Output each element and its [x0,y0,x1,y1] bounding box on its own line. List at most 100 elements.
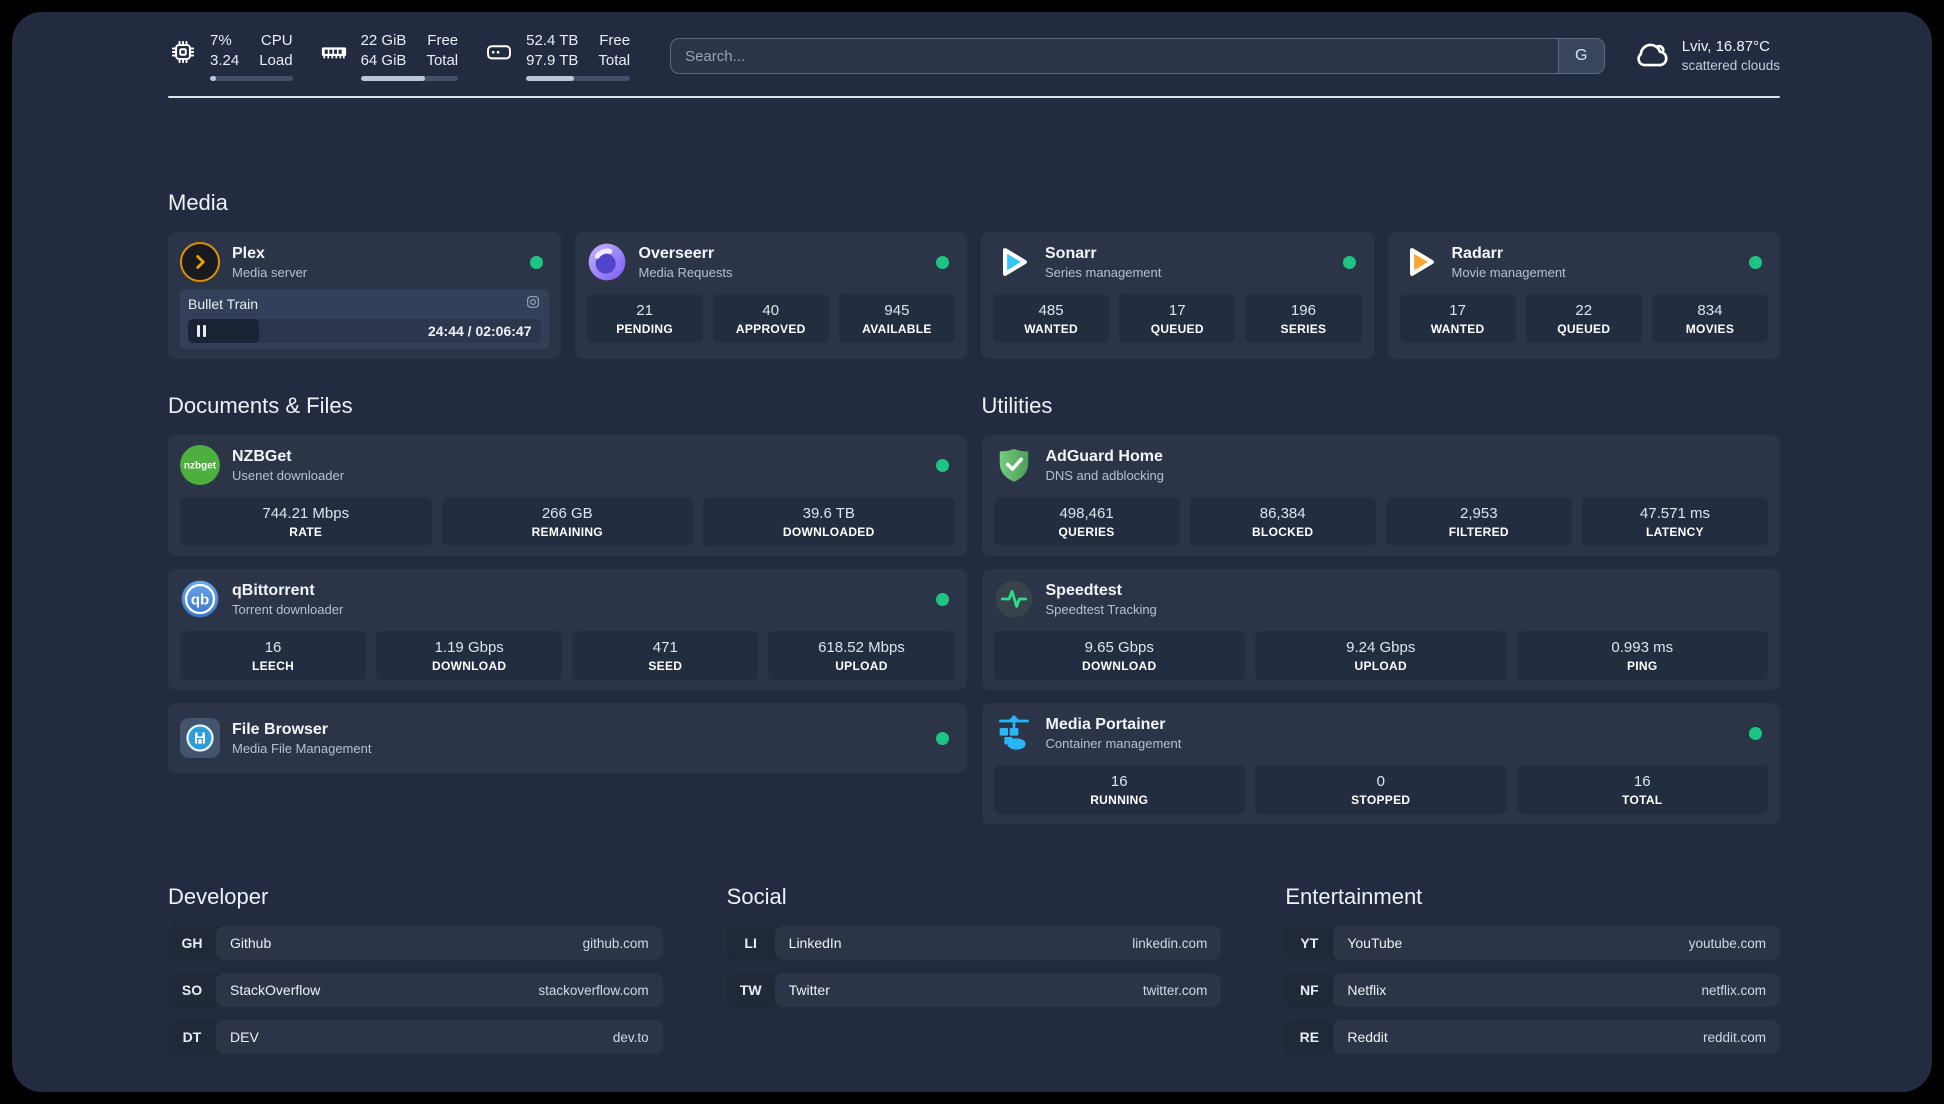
stat-value: 16 [1633,773,1651,790]
service-subtitle: Media server [232,265,308,280]
stat-value: 22 [1575,302,1593,319]
bookmark-reddit[interactable]: RE Reddit reddit.com [1285,1020,1780,1054]
plex-card[interactable]: Plex Media server Bullet Train 24:44 / 0… [168,232,561,359]
radarr-card[interactable]: Radarr Movie management 17 WANTED 22 QUE… [1387,232,1780,359]
bookmark-url: netflix.com [1701,982,1766,998]
stat-value: 16 [1110,773,1128,790]
service-subtitle: Media File Management [232,741,372,756]
cpu-chip-icon [168,37,198,67]
speedtest-card[interactable]: Speedtest Speedtest Tracking 9.65 Gbps D… [981,569,1780,690]
sonarr-card[interactable]: Sonarr Series management 485 WANTED 17 Q… [981,232,1374,359]
adguard-card[interactable]: AdGuard Home DNS and adblocking 498,461 … [981,435,1780,556]
stat-value: 471 [652,639,678,656]
bookmark-youtube[interactable]: YT YouTube youtube.com [1285,926,1780,960]
status-dot [936,255,949,269]
stat-value: 9.65 Gbps [1084,639,1154,656]
media-grid: Plex Media server Bullet Train 24:44 / 0… [168,232,1780,359]
cpu-usage-label: CPU [260,31,293,49]
stat-label: PING [1626,659,1658,673]
service-subtitle: Torrent downloader [232,602,344,617]
service-subtitle: DNS and adblocking [1045,468,1165,483]
stat-label: DOWNLOAD [431,659,507,673]
search-engine-button[interactable]: G [1557,39,1604,73]
bookmark-url: dev.to [612,1029,649,1045]
stat-value: 945 [884,302,910,319]
bookmark-name: Reddit [1347,1029,1388,1045]
filebrowser-card[interactable]: File Browser Media File Management [168,703,967,773]
bookmark-github[interactable]: GH Github github.com [168,926,663,960]
stat-value: 834 [1697,302,1723,319]
stat-value: 1.19 Gbps [434,639,504,656]
cloud-icon [1631,35,1669,78]
stat-label: DOWNLOAD [1082,659,1157,673]
service-subtitle: Series management [1045,265,1162,280]
stat-value: 21 [636,302,653,319]
bookmark-name: DEV [230,1029,259,1045]
service-subtitle: Usenet downloader [232,468,345,483]
stat-value: 2,953 [1460,505,1498,522]
stat-pending: 21 PENDING [586,294,703,343]
stat-filtered: 2,953 FILTERED [1385,497,1572,546]
stat-label: DOWNLOADED [782,525,875,539]
search-input[interactable] [671,39,1558,73]
stat-label: REMAINING [531,525,603,539]
section-title-developer: Developer [168,884,269,909]
service-name: Speedtest [1045,582,1122,599]
stat-total: 16 TOTAL [1516,765,1768,814]
svg-text:qb: qb [191,591,209,608]
bookmark-name: Twitter [788,982,830,998]
stat-label: TOTAL [1622,793,1663,807]
bookmark-name: StackOverflow [230,982,321,998]
stat-label: UPLOAD [835,659,888,673]
stat-label: QUEUED [1557,322,1611,336]
bookmark-stackoverflow[interactable]: SO StackOverflow stackoverflow.com [168,973,663,1007]
service-name: NZBGet [232,448,292,465]
now-playing-panel: Bullet Train 24:44 / 02:06:47 [180,289,549,349]
cpu-widget: 7% 3.24 CPU Load [168,31,293,82]
bookmark-dev[interactable]: DT DEV dev.to [168,1020,663,1054]
overseerr-icon [587,242,627,282]
disk-usage-bar-fill [526,76,574,82]
status-dot [1749,255,1762,269]
stat-label: WANTED [1430,322,1485,336]
memory-widget: 22 GiB 64 GiB Free Total [319,31,459,82]
nzbget-icon: nzbget [180,445,220,485]
stat-value: 618.52 Mbps [818,639,905,656]
bookmark-name: YouTube [1347,935,1403,951]
weather-location-temp: Lviv, 16.87°C [1681,37,1770,55]
overseerr-card[interactable]: Overseerr Media Requests 21 PENDING 40 A… [574,232,967,359]
service-name: File Browser [232,721,329,738]
nzbget-card[interactable]: nzbget NZBGet Usenet downloader 744.21 M… [168,435,967,556]
service-name: Overseerr [638,245,715,262]
qbittorrent-card[interactable]: qb qBittorrent Torrent downloader 16 LEE… [168,569,967,690]
stat-value: 0.993 ms [1611,639,1674,656]
service-name: Sonarr [1045,245,1097,262]
stat-download: 9.65 Gbps DOWNLOAD [993,631,1245,680]
portainer-card[interactable]: Media Portainer Container management 16 … [981,703,1780,824]
service-name: Radarr [1451,245,1504,262]
bookmark-netflix[interactable]: NF Netflix netflix.com [1285,973,1780,1007]
stat-queued: 22 QUEUED [1525,294,1642,343]
ram-total-value: 64 GiB [360,52,407,69]
stat-approved: 40 APPROVED [712,294,829,343]
bookmark-abbr: SO [181,982,203,998]
stat-label: SERIES [1280,322,1327,336]
stat-label: STOPPED [1351,793,1411,807]
disc-icon [525,294,541,315]
disk-usage-bar [526,76,631,82]
stat-value: 40 [762,302,780,319]
bookmark-twitter[interactable]: TW Twitter twitter.com [726,973,1222,1007]
stat-value: 266 GB [541,505,593,522]
service-subtitle: Movie management [1451,265,1566,280]
bookmark-name: Netflix [1347,982,1387,998]
stat-label: WANTED [1024,322,1078,336]
stat-leech: 16 LEECH [180,631,367,680]
stat-value: 9.24 Gbps [1346,639,1416,656]
bookmark-linkedin[interactable]: LI LinkedIn linkedin.com [726,926,1222,960]
speedtest-icon [994,579,1034,619]
stat-label: SEED [648,659,683,673]
bookmark-url: github.com [582,935,649,951]
stat-value: 498,461 [1059,505,1114,522]
bookmark-url: twitter.com [1142,982,1208,998]
ram-free-label: Free [427,31,459,49]
